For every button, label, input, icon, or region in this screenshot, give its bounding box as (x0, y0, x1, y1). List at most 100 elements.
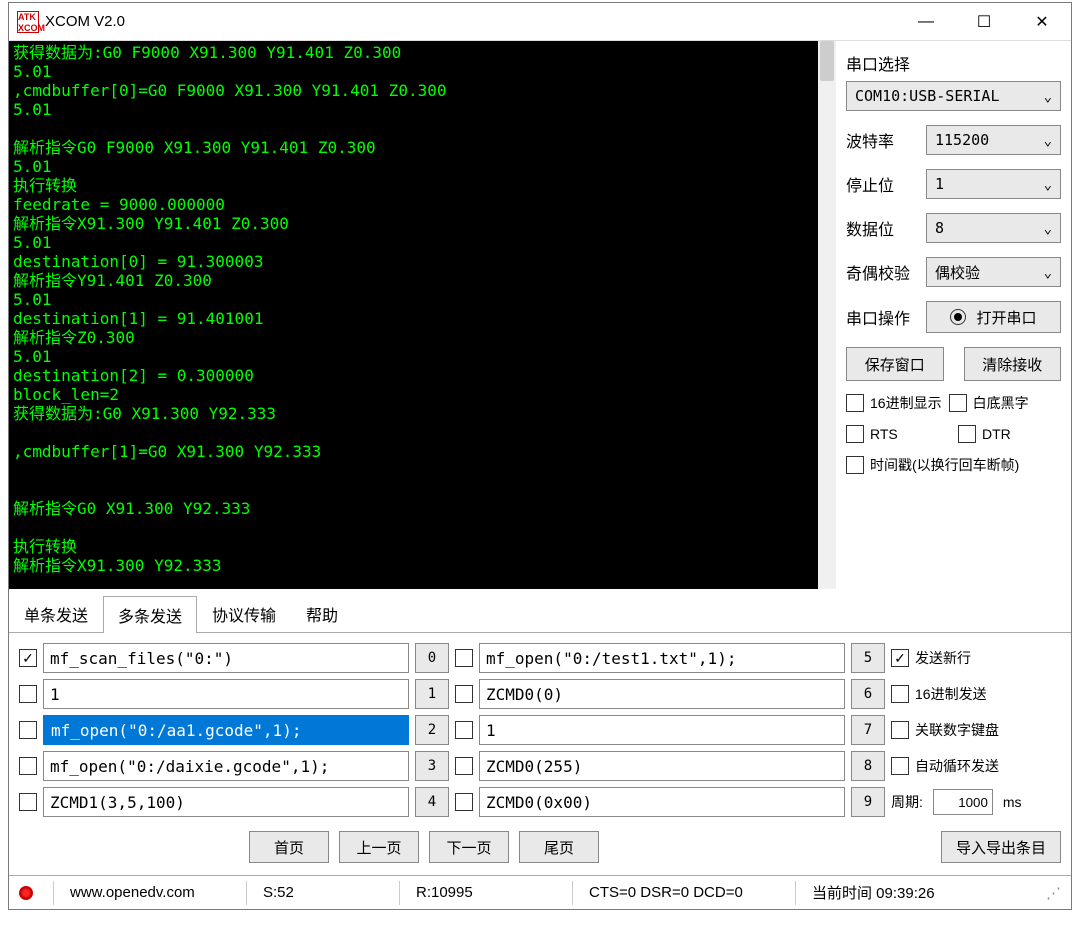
save-window-button[interactable]: 保存窗口 (846, 347, 944, 381)
port-select[interactable]: COM10:USB-SERIAL (846, 81, 1061, 111)
cmd-input-2[interactable] (43, 715, 409, 745)
numpad-checkbox[interactable] (891, 721, 909, 739)
send-button-7[interactable]: 7 (851, 715, 885, 745)
console-output: 获得数据为:G0 F9000 X91.300 Y91.401 Z0.300 5.… (9, 41, 836, 589)
cmd-input-0[interactable] (43, 643, 409, 673)
chevron-down-icon (1044, 131, 1052, 149)
record-icon[interactable] (19, 886, 33, 900)
open-port-button[interactable]: 打开串口 (926, 301, 1061, 333)
hex-display-label: 16进制显示 (870, 393, 942, 413)
parity-select[interactable]: 偶校验 (926, 257, 1061, 287)
row-checkbox[interactable] (455, 721, 473, 739)
export-button[interactable]: 导入导出条目 (941, 831, 1061, 863)
last-page-button[interactable]: 尾页 (519, 831, 599, 863)
row-checkbox[interactable] (19, 793, 37, 811)
send-button-4[interactable]: 4 (415, 787, 449, 817)
status-s: S:52 (263, 884, 383, 901)
send-button-2[interactable]: 2 (415, 715, 449, 745)
row-checkbox[interactable] (455, 793, 473, 811)
send-button-3[interactable]: 3 (415, 751, 449, 781)
tabs: 单条发送 多条发送 协议传输 帮助 (9, 589, 1071, 633)
clear-recv-button[interactable]: 清除接收 (964, 347, 1062, 381)
newline-label: 发送新行 (915, 648, 971, 668)
serial-panel: 串口选择 COM10:USB-SERIAL 波特率 115200 停止位 1 数据位… (836, 41, 1071, 589)
tab-multi[interactable]: 多条发送 (103, 596, 197, 633)
data-label: 数据位 (846, 216, 926, 240)
send-button-5[interactable]: 5 (851, 643, 885, 673)
parity-value: 偶校验 (935, 262, 980, 283)
chevron-down-icon (1044, 263, 1052, 281)
row-checkbox[interactable] (455, 649, 473, 667)
numpad-label: 关联数字键盘 (915, 720, 999, 740)
row-checkbox[interactable] (455, 757, 473, 775)
status-url[interactable]: www.openedv.com (70, 884, 230, 901)
stop-value: 1 (935, 175, 944, 193)
status-bar: www.openedv.com S:52 R:10995 CTS=0 DSR=0… (9, 875, 1071, 909)
row-checkbox[interactable] (19, 685, 37, 703)
send-button-6[interactable]: 6 (851, 679, 885, 709)
data-value: 8 (935, 219, 944, 237)
rts-checkbox[interactable] (846, 425, 864, 443)
scrollbar[interactable] (818, 41, 836, 589)
op-button-label: 打开串口 (976, 307, 1036, 328)
next-page-button[interactable]: 下一页 (429, 831, 509, 863)
tab-help[interactable]: 帮助 (291, 595, 353, 632)
hex-send-checkbox[interactable] (891, 685, 909, 703)
port-label: 串口选择 (846, 51, 1061, 75)
auto-loop-checkbox[interactable] (891, 757, 909, 775)
tab-protocol[interactable]: 协议传输 (197, 595, 291, 632)
tab-single[interactable]: 单条发送 (9, 595, 103, 632)
cmd-input-3[interactable] (43, 751, 409, 781)
app-icon: ATK XCOM (17, 11, 39, 33)
cmd-input-1[interactable] (43, 679, 409, 709)
send-button-1[interactable]: 1 (415, 679, 449, 709)
maximize-button[interactable]: ☐ (955, 3, 1013, 40)
minimize-button[interactable]: — (897, 3, 955, 40)
timestamp-label: 时间戳(以换行回车断帧) (870, 455, 1019, 475)
first-page-button[interactable]: 首页 (249, 831, 329, 863)
cmd-input-6[interactable] (479, 679, 845, 709)
window-title: XCOM V2.0 (45, 13, 897, 30)
cmd-input-5[interactable] (479, 643, 845, 673)
newline-checkbox[interactable] (891, 649, 909, 667)
white-bg-checkbox[interactable] (949, 394, 967, 412)
port-value: COM10:USB-SERIAL (855, 87, 1000, 105)
row-checkbox[interactable] (19, 649, 37, 667)
close-button[interactable]: ✕ (1013, 3, 1071, 40)
send-button-0[interactable]: 0 (415, 643, 449, 673)
cmd-input-8[interactable] (479, 751, 845, 781)
prev-page-button[interactable]: 上一页 (339, 831, 419, 863)
resize-grip-icon[interactable]: ⋰ (1046, 884, 1061, 902)
scrollbar-thumb[interactable] (820, 41, 834, 81)
stop-select[interactable]: 1 (926, 169, 1061, 199)
parity-label: 奇偶校验 (846, 260, 926, 284)
period-input[interactable] (933, 789, 993, 815)
baud-value: 115200 (935, 131, 989, 149)
cmd-input-7[interactable] (479, 715, 845, 745)
dtr-checkbox[interactable] (958, 425, 976, 443)
row-checkbox[interactable] (19, 721, 37, 739)
op-label: 串口操作 (846, 305, 926, 329)
cmd-input-4[interactable] (43, 787, 409, 817)
radio-icon (950, 309, 966, 325)
data-select[interactable]: 8 (926, 213, 1061, 243)
app-window: ATK XCOM XCOM V2.0 — ☐ ✕ 获得数据为:G0 F9000 … (8, 2, 1072, 910)
chevron-down-icon (1044, 219, 1052, 237)
row-checkbox[interactable] (455, 685, 473, 703)
baud-select[interactable]: 115200 (926, 125, 1061, 155)
hex-display-checkbox[interactable] (846, 394, 864, 412)
stop-label: 停止位 (846, 172, 926, 196)
timestamp-checkbox[interactable] (846, 456, 864, 474)
send-button-8[interactable]: 8 (851, 751, 885, 781)
baud-label: 波特率 (846, 128, 926, 152)
cmd-input-9[interactable] (479, 787, 845, 817)
auto-loop-label: 自动循环发送 (915, 756, 999, 776)
status-r: R:10995 (416, 884, 556, 901)
send-button-9[interactable]: 9 (851, 787, 885, 817)
white-bg-label: 白底黑字 (973, 393, 1029, 413)
period-label: 周期: (891, 792, 923, 812)
chevron-down-icon (1044, 175, 1052, 193)
hex-send-label: 16进制发送 (915, 684, 987, 704)
period-unit: ms (1003, 794, 1022, 810)
row-checkbox[interactable] (19, 757, 37, 775)
